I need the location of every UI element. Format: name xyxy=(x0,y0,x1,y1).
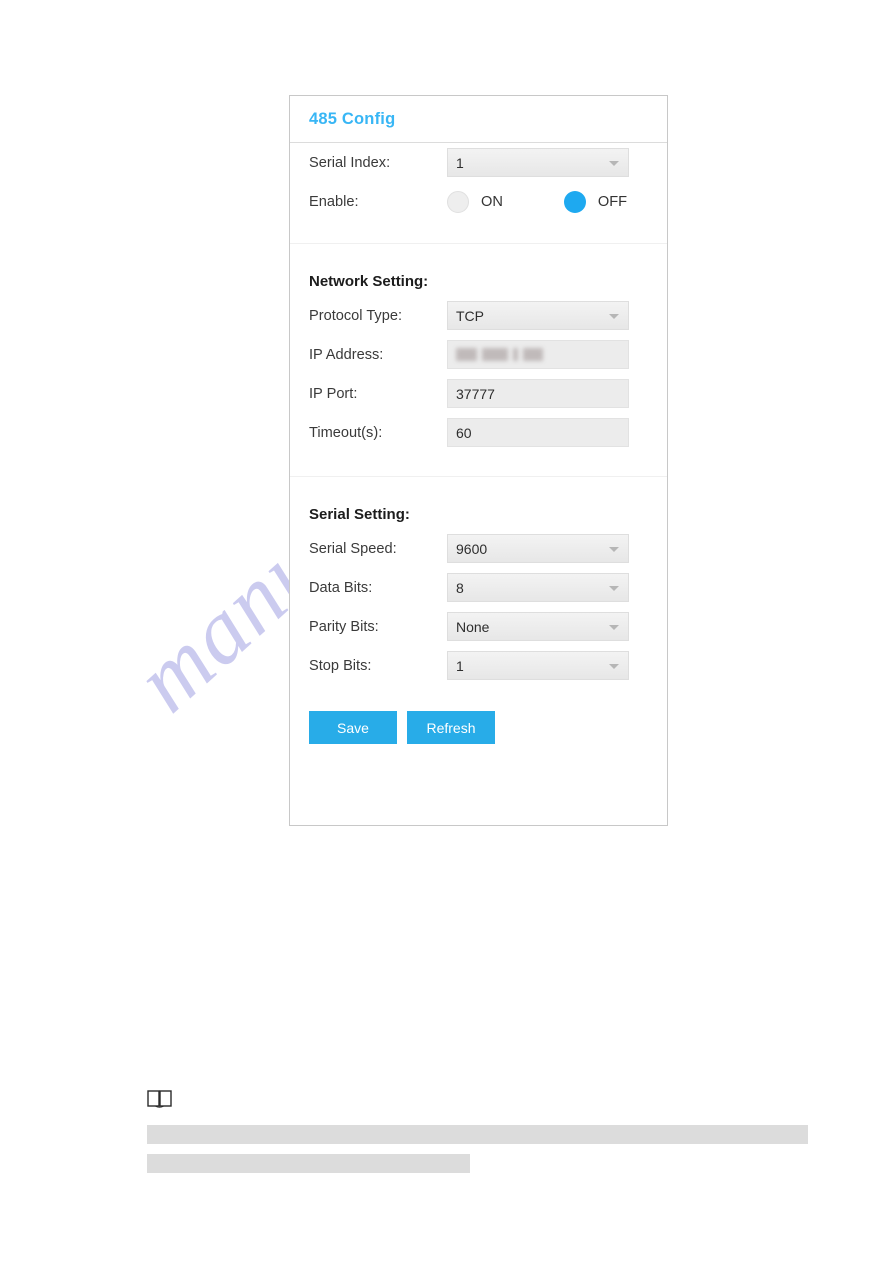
form-row-ip-address: IP Address: xyxy=(290,335,667,374)
radio-on[interactable] xyxy=(447,190,469,213)
data-bits-value: 8 xyxy=(456,579,464,596)
form-row-parity-bits: Parity Bits: None xyxy=(290,607,667,646)
timeout-value: 60 xyxy=(456,424,472,441)
ip-address-redacted-value xyxy=(456,348,543,361)
network-setting-section: Network Setting: Protocol Type: TCP IP A… xyxy=(290,243,667,452)
radio-on-label: ON xyxy=(481,193,503,210)
panel-header: 485 Config xyxy=(290,96,667,143)
timeout-label: Timeout(s): xyxy=(309,424,383,441)
chevron-down-icon xyxy=(609,624,619,630)
serial-setting-title: Serial Setting: xyxy=(309,506,410,523)
stop-bits-select[interactable]: 1 xyxy=(447,651,629,680)
serial-speed-value: 9600 xyxy=(456,540,488,557)
timeout-input[interactable]: 60 xyxy=(447,418,629,447)
form-row-serial-speed: Serial Speed: 9600 xyxy=(290,529,667,568)
protocol-type-select[interactable]: TCP xyxy=(447,301,629,330)
serial-setting-section: Serial Setting: Serial Speed: 9600 Data … xyxy=(290,476,667,744)
radio-off[interactable] xyxy=(563,190,586,213)
form-row-enable: Enable: ON OFF xyxy=(290,182,667,221)
serial-speed-label: Serial Speed: xyxy=(309,540,397,557)
note-block xyxy=(147,1090,847,1173)
ip-address-label: IP Address: xyxy=(309,346,384,363)
parity-bits-label: Parity Bits: xyxy=(309,618,379,635)
form-row-stop-bits: Stop Bits: 1 xyxy=(290,646,667,685)
ip-port-value: 37777 xyxy=(456,385,495,402)
action-button-row: Save Refresh xyxy=(290,711,667,744)
serial-index-value: 1 xyxy=(456,154,464,171)
data-bits-label: Data Bits: xyxy=(309,579,373,596)
data-bits-select[interactable]: 8 xyxy=(447,573,629,602)
radio-off-label: OFF xyxy=(597,193,628,210)
stop-bits-label: Stop Bits: xyxy=(309,657,372,674)
ip-port-label: IP Port: xyxy=(309,385,358,402)
485-config-panel: 485 Config Serial Index: 1 Enable: ON OF… xyxy=(289,95,668,826)
chevron-down-icon xyxy=(609,313,619,319)
redacted-text-bar xyxy=(147,1125,808,1144)
form-row-data-bits: Data Bits: 8 xyxy=(290,568,667,607)
stop-bits-value: 1 xyxy=(456,657,464,674)
protocol-type-label: Protocol Type: xyxy=(309,307,403,324)
ip-port-input[interactable]: 37777 xyxy=(447,379,629,408)
redacted-text-bar xyxy=(147,1154,470,1173)
protocol-type-value: TCP xyxy=(456,307,484,324)
serial-speed-select[interactable]: 9600 xyxy=(447,534,629,563)
enable-radio-group: ON OFF xyxy=(447,190,628,213)
form-row-serial-index: Serial Index: 1 xyxy=(290,143,667,182)
general-section: Serial Index: 1 Enable: ON OFF xyxy=(290,143,667,221)
chevron-down-icon xyxy=(609,160,619,166)
form-row-ip-port: IP Port: 37777 xyxy=(290,374,667,413)
chevron-down-icon xyxy=(609,546,619,552)
parity-bits-select[interactable]: None xyxy=(447,612,629,641)
book-icon xyxy=(147,1090,172,1108)
page-title: 485 Config xyxy=(309,109,396,128)
enable-label: Enable: xyxy=(309,193,359,210)
refresh-button[interactable]: Refresh xyxy=(407,711,495,744)
ip-address-input[interactable] xyxy=(447,340,629,369)
parity-bits-value: None xyxy=(456,618,490,635)
serial-index-select[interactable]: 1 xyxy=(447,148,629,177)
chevron-down-icon xyxy=(609,585,619,591)
network-setting-title: Network Setting: xyxy=(309,273,429,290)
serial-index-label: Serial Index: xyxy=(309,154,391,171)
form-row-timeout: Timeout(s): 60 xyxy=(290,413,667,452)
form-row-protocol-type: Protocol Type: TCP xyxy=(290,296,667,335)
save-button[interactable]: Save xyxy=(309,711,397,744)
chevron-down-icon xyxy=(609,663,619,669)
